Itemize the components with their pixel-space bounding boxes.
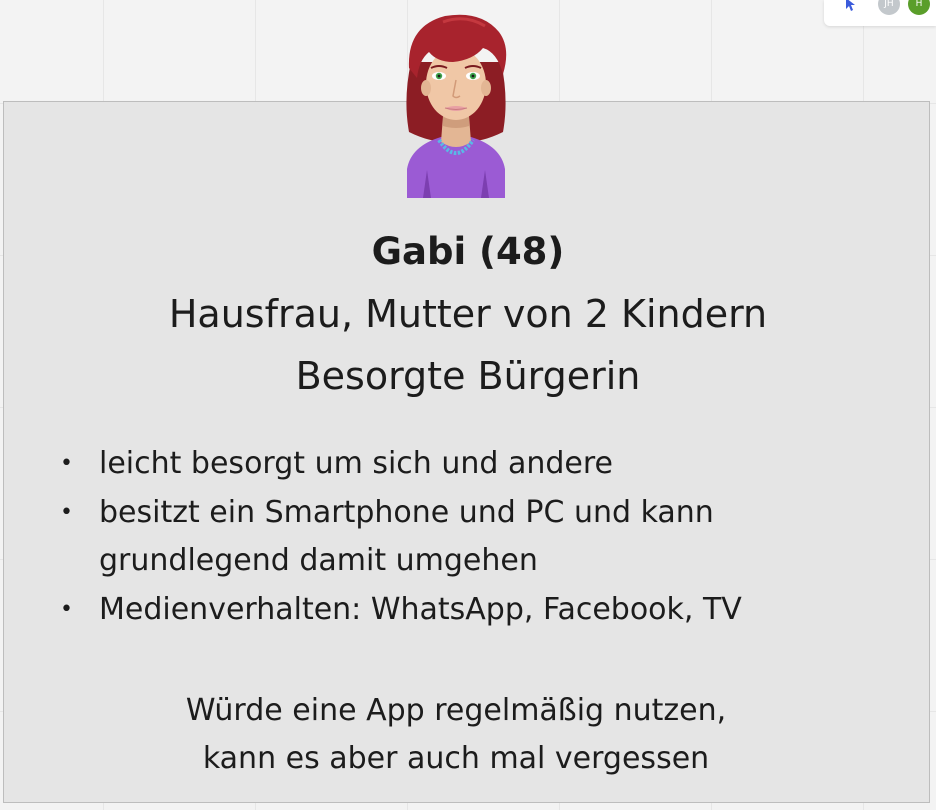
avatar-h[interactable]: H <box>908 0 930 15</box>
woman-avatar-icon <box>406 14 507 198</box>
persona-role-line-1: Hausfrau, Mutter von 2 Kindern <box>168 292 768 336</box>
avatar-jh[interactable]: JH <box>878 0 900 15</box>
persona-summary-line-1: Würde eine App regelmäßig nutzen, <box>185 693 727 728</box>
persona-name: Gabi (48) <box>371 230 565 273</box>
trait-item: besitzt ein Smartphone und PC und kann g… <box>60 489 800 586</box>
persona-summary-line-2: kann es aber auch mal vergessen <box>202 741 710 776</box>
persona-traits-list: leicht besorgt um sich und andere besitz… <box>60 440 800 634</box>
trait-item: Medienverhalten: WhatsApp, Facebook, TV <box>60 586 800 635</box>
persona-role-line-2: Besorgte Bürgerin <box>295 354 641 398</box>
collaboration-toolbar: JH H <box>824 0 936 26</box>
trait-item: leicht besorgt um sich und andere <box>60 440 800 489</box>
cursor-icon[interactable] <box>844 0 858 12</box>
